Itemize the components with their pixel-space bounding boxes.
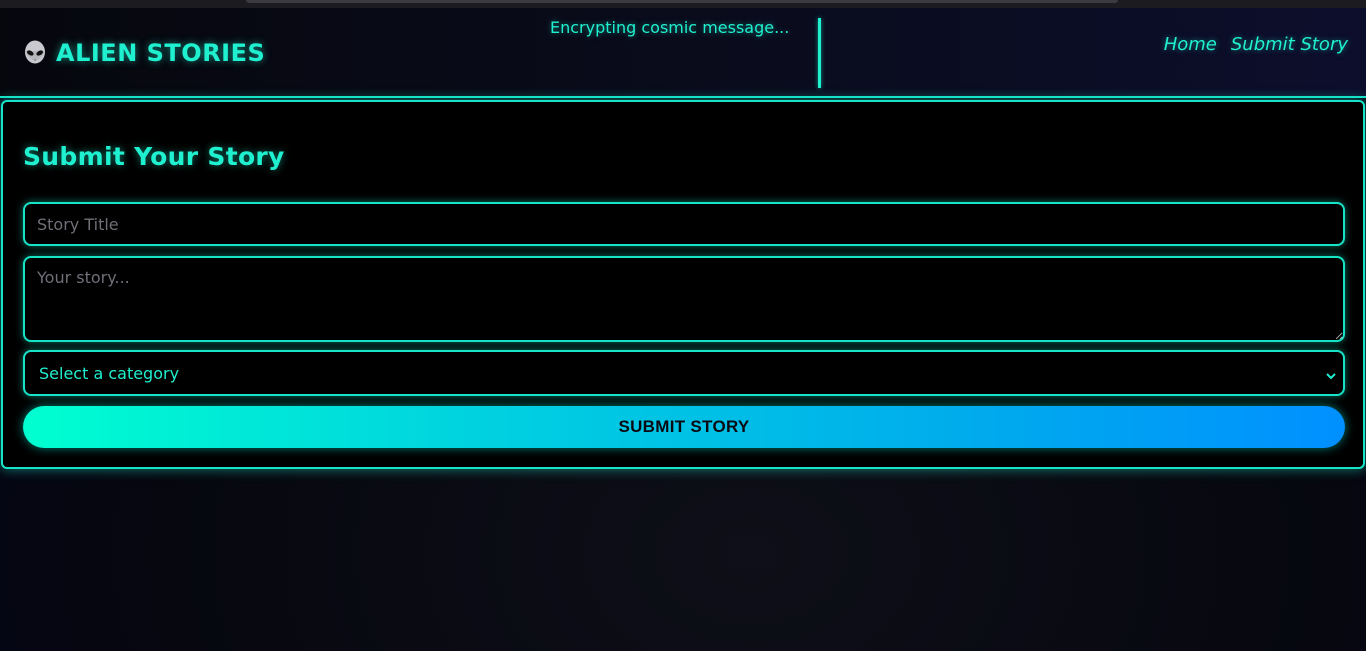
category-select[interactable]: Select a category	[23, 350, 1345, 396]
typing-status: Encrypting cosmic message...	[550, 18, 821, 88]
typing-caret	[818, 18, 821, 88]
submit-story-panel: Submit Your Story Select a category SUBM…	[1, 100, 1365, 469]
nav-link-home[interactable]: Home	[1164, 34, 1217, 55]
story-title-input[interactable]	[23, 202, 1345, 246]
site-title: ALIEN STORIES	[56, 39, 266, 67]
browser-top-strip	[0, 0, 1366, 8]
chevron-down-icon	[1325, 367, 1337, 380]
story-body-textarea[interactable]	[23, 256, 1345, 342]
nav-link-submit-story[interactable]: Submit Story	[1231, 34, 1348, 55]
site-logo[interactable]: ALIEN STORIES	[22, 38, 265, 68]
site-header: ALIEN STORIES Encrypting cosmic message.…	[0, 8, 1366, 98]
submit-story-button[interactable]: SUBMIT STORY	[23, 406, 1345, 448]
browser-tab-pill	[246, 0, 1118, 3]
form-heading: Submit Your Story	[23, 142, 285, 171]
alien-icon	[22, 40, 48, 66]
category-selected-value: Select a category	[39, 363, 180, 383]
status-text: Encrypting cosmic message...	[550, 18, 790, 37]
main-nav: Home Submit Story	[1164, 34, 1348, 55]
